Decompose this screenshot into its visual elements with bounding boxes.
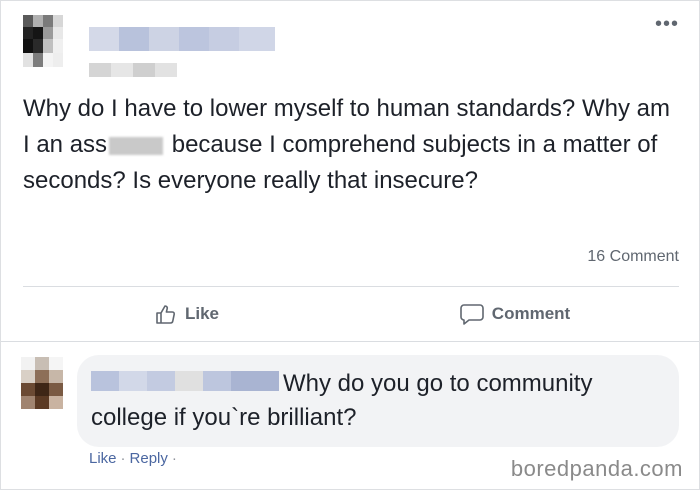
post-card: ••• Why do I have to lower myself to hum… — [0, 0, 700, 490]
divider — [1, 341, 699, 342]
like-label: Like — [184, 304, 220, 323]
comment-text: Why do you go to community college if yo… — [91, 370, 593, 431]
comment-count[interactable]: 16 Comment — [587, 248, 679, 266]
comment-button[interactable]: Comment — [351, 295, 679, 333]
action-bar: Like Comment — [23, 295, 679, 333]
comment-bubble: Why do you go to community college if yo… — [77, 355, 679, 447]
author-name-redacted[interactable] — [89, 27, 275, 51]
more-options-icon[interactable]: ••• — [655, 14, 679, 34]
like-button[interactable]: Like — [23, 295, 351, 333]
speech-bubble-icon — [459, 304, 484, 325]
author-avatar[interactable] — [23, 15, 73, 67]
comment-reply-link[interactable]: Reply — [130, 450, 168, 467]
comment-actions: Like · Reply · — [89, 450, 181, 467]
comment-like-link[interactable]: Like — [89, 450, 117, 467]
separator: · — [120, 450, 126, 467]
divider — [23, 286, 679, 287]
thumbs-up-icon — [156, 305, 176, 324]
watermark: boredpanda.com — [510, 456, 683, 481]
post-text: Why do I have to lower myself to human s… — [23, 91, 683, 199]
separator-trailing: · — [171, 450, 177, 467]
comment-label: Comment — [491, 304, 571, 323]
post-timestamp-redacted — [89, 63, 177, 77]
commenter-avatar[interactable] — [21, 357, 63, 409]
censored-word — [109, 136, 164, 155]
